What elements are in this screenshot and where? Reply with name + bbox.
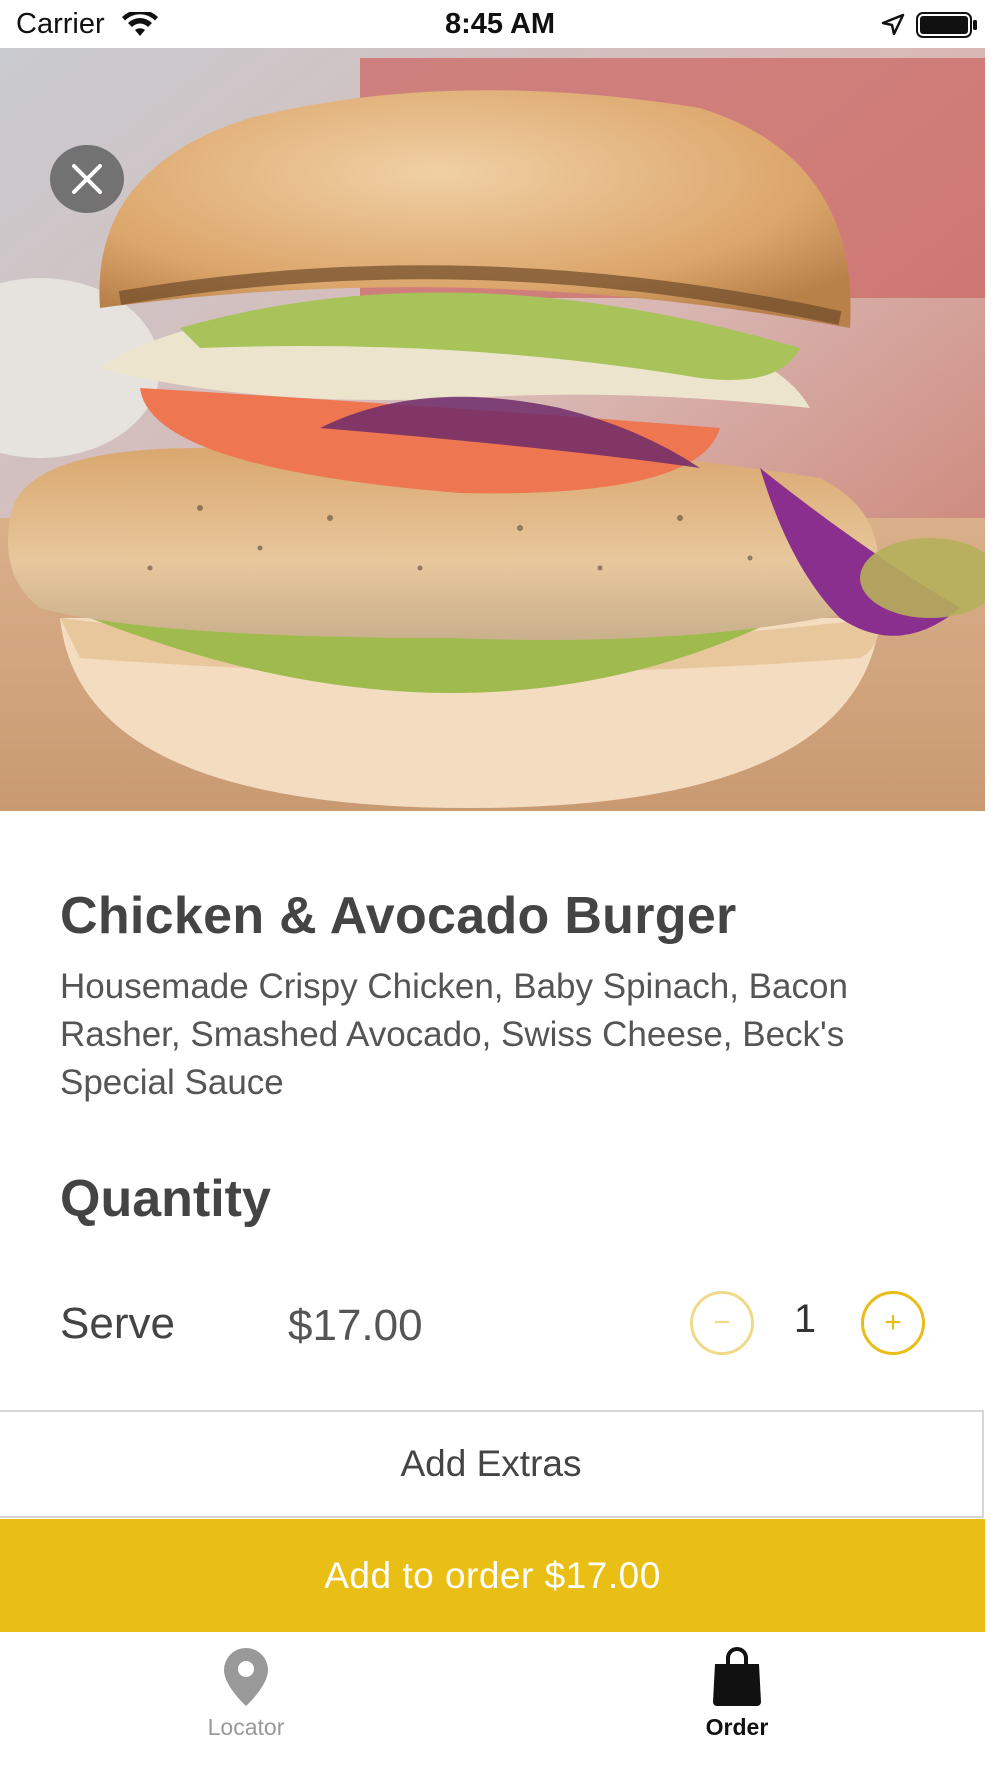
shopping-bag-icon <box>713 1647 761 1706</box>
add-to-order-button[interactable]: Add to order $17.00 <box>0 1519 985 1632</box>
burger-illustration <box>0 48 985 811</box>
item-title: Chicken & Avocado Burger <box>60 887 737 945</box>
minus-icon: − <box>713 1306 731 1339</box>
tab-locator[interactable]: Locator <box>146 1646 346 1741</box>
tab-order-label: Order <box>705 1714 769 1740</box>
serve-price: $17.00 <box>288 1301 423 1350</box>
quantity-value: 1 <box>793 1297 817 1341</box>
tab-order[interactable]: Order <box>637 1646 837 1741</box>
clock: 8:45 AM <box>444 8 556 40</box>
close-button[interactable] <box>50 145 124 213</box>
close-icon <box>72 164 102 194</box>
plus-icon: + <box>884 1306 902 1339</box>
serve-row: Serve $17.00 − 1 + <box>0 1291 985 1361</box>
tab-bar: Locator Order <box>0 1632 1000 1778</box>
product-image <box>0 48 985 811</box>
item-description: Housemade Crispy Chicken, Baby Spinach, … <box>60 967 848 1102</box>
serve-label: Serve <box>60 1299 175 1348</box>
status-bar: Carrier 8:45 AM <box>0 0 1000 48</box>
add-extras-button[interactable]: Add Extras <box>0 1410 984 1518</box>
map-pin-icon <box>224 1648 268 1706</box>
decrement-button[interactable]: − <box>690 1291 754 1355</box>
tab-locator-label: Locator <box>207 1714 285 1740</box>
quantity-heading: Quantity <box>60 1170 271 1228</box>
increment-button[interactable]: + <box>861 1291 925 1355</box>
location-arrow-icon <box>881 13 905 36</box>
item-details: Chicken & Avocado Burger Housemade Crisp… <box>0 811 985 1411</box>
battery-icon <box>916 12 977 38</box>
